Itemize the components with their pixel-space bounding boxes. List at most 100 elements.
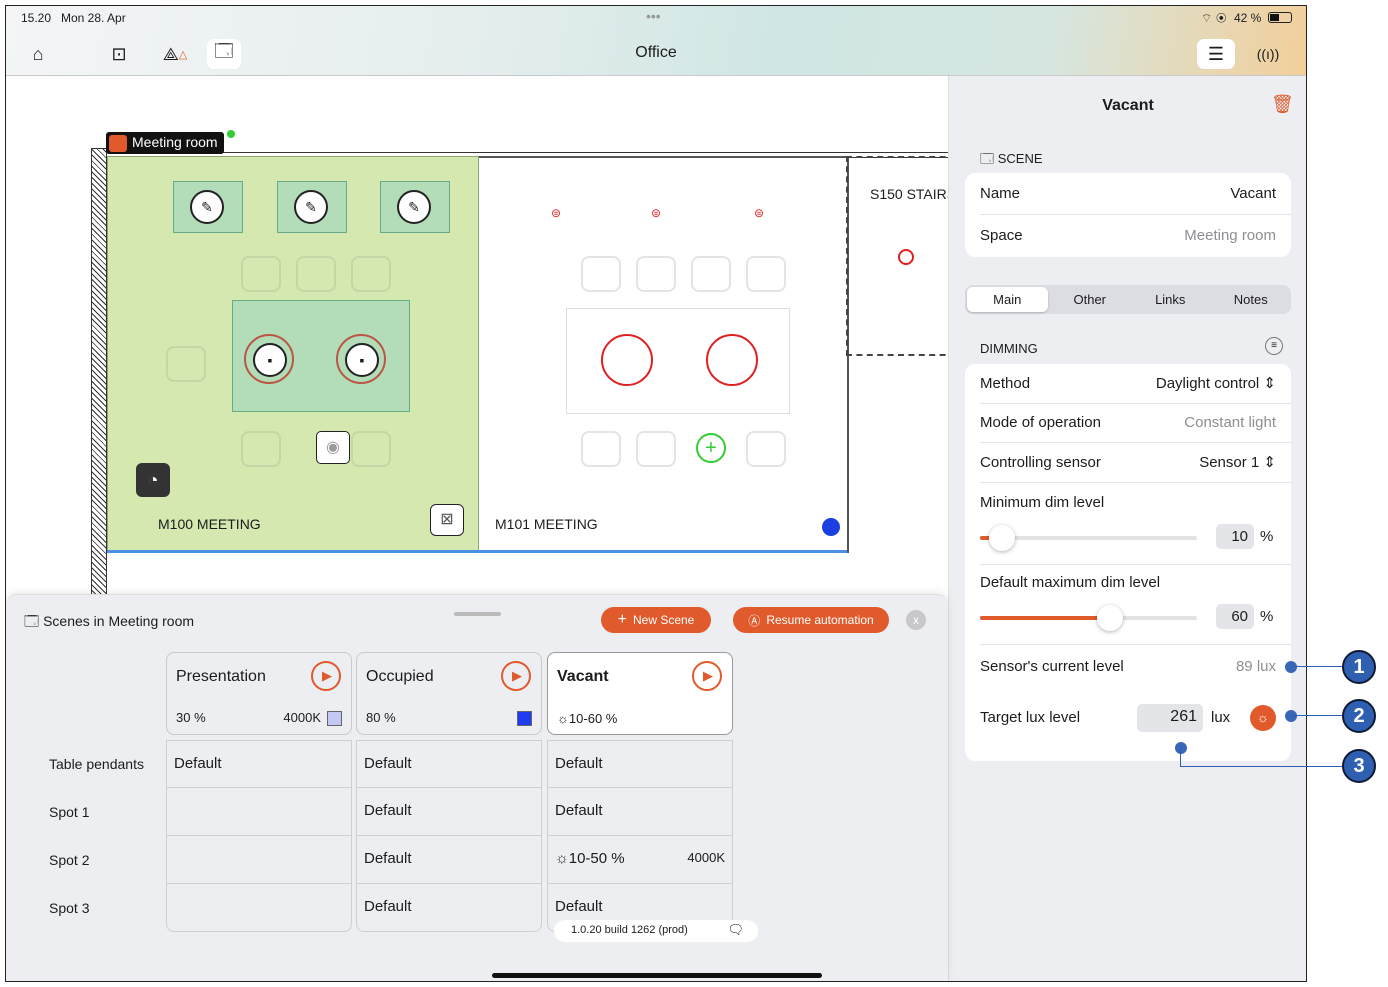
- tab-links[interactable]: Links: [1130, 285, 1211, 314]
- callout-anchor: [1285, 661, 1297, 673]
- tab-bar: Main Other Links Notes: [965, 285, 1291, 314]
- tab-main[interactable]: Main: [967, 287, 1048, 312]
- name-row[interactable]: Name Vacant: [980, 185, 1276, 202]
- callout-anchor: [1285, 710, 1297, 722]
- scene-cell[interactable]: [166, 788, 352, 836]
- spot-light-icon[interactable]: ✎: [294, 190, 328, 224]
- trash-icon[interactable]: 🗑: [1271, 94, 1294, 115]
- scene-cell[interactable]: Default: [356, 836, 542, 884]
- name-value[interactable]: Vacant: [1230, 185, 1276, 202]
- min-dim-slider[interactable]: [980, 525, 1197, 551]
- red-marker[interactable]: [898, 249, 914, 265]
- schedule-clock-icon[interactable]: ◔: [136, 463, 170, 497]
- switch-icon[interactable]: ⊠: [430, 504, 464, 536]
- min-dim-label-row: Minimum dim level: [980, 494, 1276, 511]
- wall: [91, 148, 107, 596]
- pendant-light-icon[interactable]: [706, 334, 758, 386]
- row-label: Table pendants: [49, 756, 144, 772]
- multitask-dots-icon[interactable]: •••: [646, 8, 661, 24]
- chair: [241, 256, 281, 292]
- method-value[interactable]: Daylight control: [1156, 375, 1259, 392]
- sensor-icon[interactable]: ◉: [316, 431, 350, 464]
- spot-light-icon[interactable]: ⊜: [651, 206, 661, 220]
- sensor-row[interactable]: Controlling sensor Sensor 1 ⇕: [980, 453, 1276, 472]
- chevron-up-down-icon: ⇕: [1263, 375, 1276, 392]
- chevron-up-down-icon: ⇕: [1263, 454, 1276, 471]
- scene-card: Name Vacant Space Meeting room: [965, 173, 1291, 257]
- mode-label: Mode of operation: [980, 414, 1101, 431]
- scene-card[interactable]: Vacant ▶ ☼10-60 %: [547, 652, 733, 735]
- room-label: S150 STAIRS: [870, 186, 948, 202]
- pendant-light-icon[interactable]: ▪: [345, 343, 379, 377]
- cell-value: Default: [364, 755, 412, 772]
- scene-card[interactable]: Presentation ▶ 30 % 4000K: [166, 652, 352, 735]
- sun-icon: ☼: [555, 850, 569, 867]
- pendant-light-icon[interactable]: [601, 334, 653, 386]
- feedback-icon[interactable]: 🗨: [727, 922, 744, 938]
- spot-light-icon[interactable]: ⊜: [754, 206, 764, 220]
- play-icon[interactable]: ▶: [692, 661, 722, 691]
- resume-automation-button[interactable]: Ⓐ Resume automation: [733, 607, 889, 633]
- tab-other[interactable]: Other: [1050, 285, 1131, 314]
- sensor-target-icon[interactable]: +: [696, 433, 726, 463]
- scenes-sheet: 🗔 Scenes in Meeting room + New Scene Ⓐ Res…: [6, 594, 948, 981]
- divider: [980, 644, 1291, 645]
- max-dim-slider[interactable]: [980, 605, 1197, 631]
- close-button[interactable]: x: [906, 610, 926, 630]
- chair: [166, 346, 206, 382]
- slider-fill: [980, 616, 1111, 620]
- min-dim-input[interactable]: 10: [1216, 524, 1254, 549]
- pendant-light-icon[interactable]: ▪: [253, 343, 287, 377]
- spot-light-icon[interactable]: ⊜: [551, 206, 561, 220]
- sliders-icon[interactable]: ☰: [1197, 39, 1235, 69]
- scene-cell[interactable]: Default: [547, 740, 733, 788]
- play-icon[interactable]: ▶: [501, 661, 531, 691]
- status-time: 15.20: [21, 11, 52, 25]
- current-level-label: Sensor's current level: [980, 658, 1124, 675]
- scene-cell[interactable]: [166, 884, 352, 932]
- target-lux-input[interactable]: 261: [1137, 704, 1203, 732]
- floor-plan[interactable]: Meeting room ✎ ✎ ✎ ▪ ▪ ◉ ◔ M100 MEETING …: [6, 76, 948, 596]
- scene-cell[interactable]: ☼10-50 % 4000K: [547, 836, 733, 884]
- row-label: Spot 2: [49, 852, 90, 868]
- play-icon[interactable]: ▶: [311, 661, 341, 691]
- scene-card[interactable]: Occupied ▶ 80 %: [356, 652, 542, 735]
- new-scene-button[interactable]: + New Scene: [601, 607, 711, 633]
- spot-light-icon[interactable]: ✎: [397, 190, 431, 224]
- antenna-icon[interactable]: ((ı)): [1251, 39, 1285, 69]
- tab-notes[interactable]: Notes: [1211, 285, 1292, 314]
- drag-handle[interactable]: [454, 612, 501, 616]
- scene-cell[interactable]: Default: [547, 788, 733, 836]
- blue-marker[interactable]: [822, 518, 840, 536]
- space-label: Space: [980, 227, 1023, 244]
- dimming-section-label: DIMMING: [980, 341, 1038, 356]
- max-dim-input[interactable]: 60: [1216, 604, 1254, 629]
- sun-icon: ☼: [557, 711, 569, 726]
- scene-cell[interactable]: Default: [166, 740, 352, 788]
- scenes-icon: 🗔: [24, 613, 44, 629]
- divider: [980, 214, 1291, 215]
- cell-value: Default: [174, 755, 222, 772]
- sensor-value[interactable]: Sensor 1: [1199, 454, 1259, 471]
- callout-2: 2: [1342, 699, 1376, 733]
- callout-3: 3: [1342, 749, 1376, 783]
- sun-measure-button[interactable]: ☼: [1250, 705, 1276, 731]
- max-dim-label-row: Default maximum dim level: [980, 574, 1276, 591]
- scene-cell[interactable]: Default: [356, 884, 542, 932]
- scene-cell[interactable]: Default: [356, 788, 542, 836]
- plus-icon: +: [617, 611, 627, 628]
- slider-thumb[interactable]: [988, 525, 1015, 551]
- target-lux-unit: lux: [1211, 709, 1231, 726]
- spot-light-icon[interactable]: ✎: [190, 190, 224, 224]
- mode-value: Constant light: [1184, 414, 1276, 431]
- home-indicator[interactable]: [492, 973, 822, 978]
- scene-cell[interactable]: [166, 836, 352, 884]
- header: 15.20 Mon 28. Apr ••• ⌔ ◉ 42 % ⌂ ⊡ ⟁ △ 🗔 …: [6, 6, 1306, 76]
- list-icon[interactable]: ≡: [1265, 337, 1283, 355]
- divider: [980, 564, 1291, 565]
- scene-cell[interactable]: Default: [356, 740, 542, 788]
- method-row[interactable]: Method Daylight control ⇕: [980, 374, 1276, 393]
- divider: [980, 442, 1291, 443]
- min-dim-unit: %: [1260, 528, 1274, 545]
- slider-thumb[interactable]: [1097, 605, 1124, 631]
